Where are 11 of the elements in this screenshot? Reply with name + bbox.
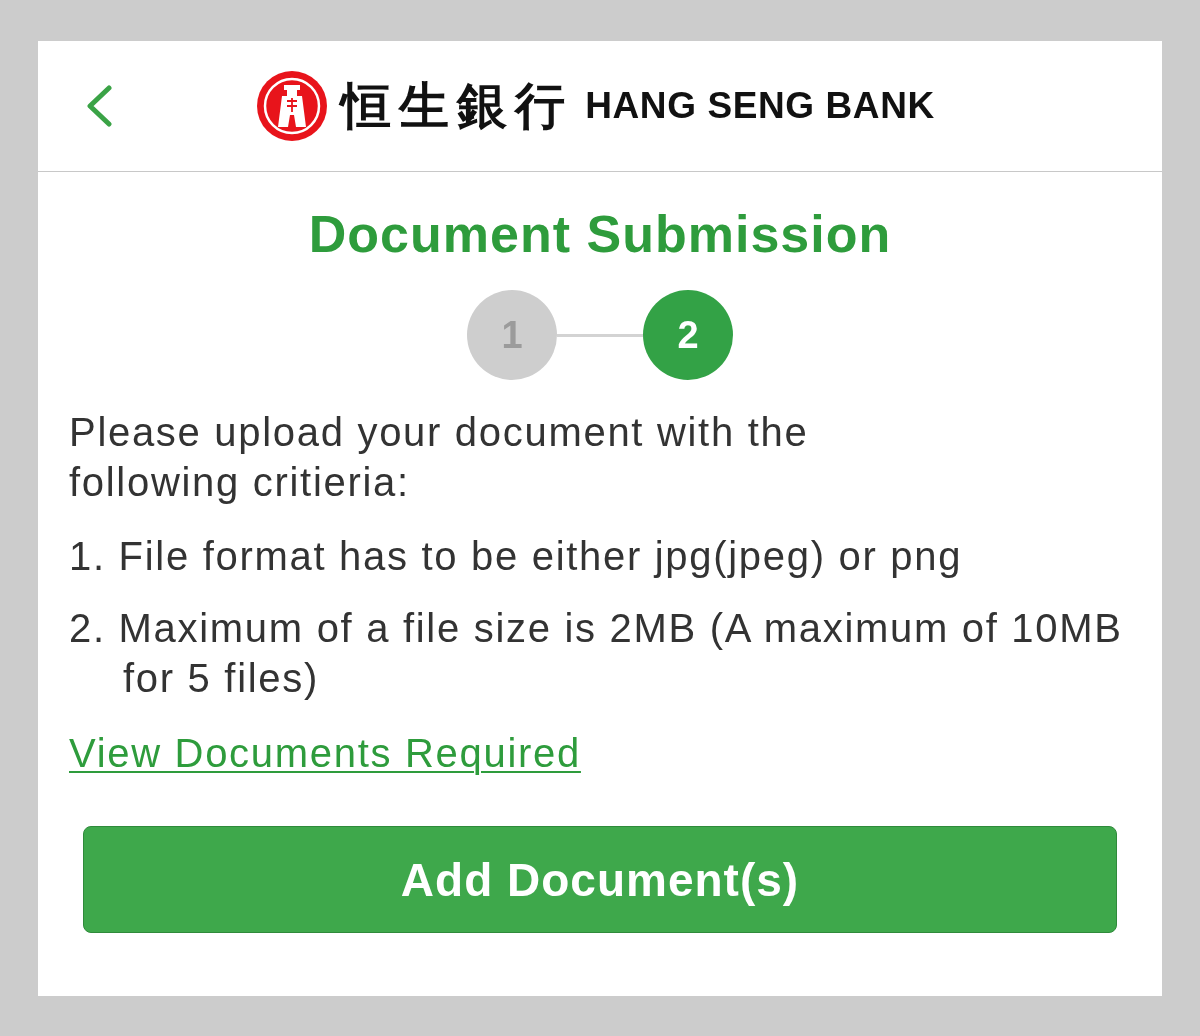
- criterion-text: 2. Maximum of a file size is 2MB (A maximum of 10MB for 5 files): [69, 605, 1124, 702]
- view-documents-link[interactable]: View Documents Required: [69, 728, 581, 778]
- instruction-text: Please upload your document with the following critieria:: [69, 409, 810, 506]
- criterion-text: 1. File format has to be either jpg(jpeg) or png: [69, 533, 964, 580]
- logo-icon: [257, 71, 328, 141]
- add-documents-button[interactable]: Add Document(s): [83, 826, 1117, 933]
- back-button[interactable]: [85, 85, 113, 127]
- chevron-left-icon: [85, 85, 113, 127]
- page-title: Document Submission: [307, 204, 893, 264]
- bank-name-english: HANG SENG BANK: [585, 83, 935, 128]
- step-indicator: 2: [643, 290, 733, 380]
